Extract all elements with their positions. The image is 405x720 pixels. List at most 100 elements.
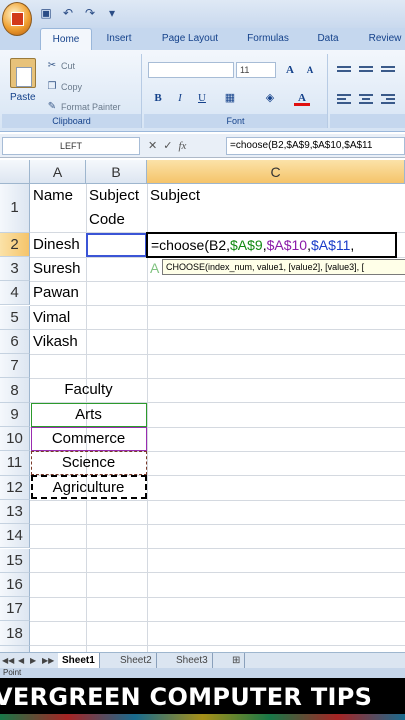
status-bar: Point: [0, 668, 405, 678]
cell-b1-line1[interactable]: Subject: [89, 184, 139, 208]
row-header[interactable]: 7: [0, 354, 30, 379]
function-tooltip[interactable]: CHOOSE(index_num, value1, [value2], [val…: [162, 259, 405, 275]
row-header[interactable]: 12: [0, 475, 30, 500]
align-right-icon[interactable]: [380, 92, 396, 106]
cell-a4[interactable]: Pawan: [33, 281, 79, 305]
cell-a3[interactable]: Suresh: [33, 257, 81, 281]
last-sheet-icon[interactable]: ▶▶: [42, 653, 54, 668]
row-header[interactable]: 13: [0, 499, 30, 525]
row-header[interactable]: 10: [0, 427, 30, 452]
customize-icon[interactable]: ▾: [104, 5, 120, 21]
cell-c2-edit[interactable]: =choose(B2,$A$9,$A$10,$A$11,: [146, 232, 397, 258]
row-header[interactable]: 14: [0, 524, 30, 549]
enter-icon[interactable]: ✓: [163, 137, 172, 155]
row-header[interactable]: 18: [0, 621, 30, 646]
row-header[interactable]: 11: [0, 451, 30, 476]
redo-icon[interactable]: ↷: [82, 5, 98, 21]
fill-color-icon[interactable]: ◈: [262, 90, 278, 106]
worksheet-grid[interactable]: A B C 1 2 3 4 5 6 7 8 9 10 11 12 13 14 1…: [0, 160, 405, 652]
column-header-b[interactable]: B: [86, 160, 147, 184]
cell-a9[interactable]: Arts: [30, 403, 147, 427]
row-header[interactable]: 17: [0, 597, 30, 622]
underline-button[interactable]: U: [194, 90, 210, 106]
tab-review[interactable]: Review: [360, 28, 405, 50]
paste-icon[interactable]: [10, 58, 36, 88]
shrink-font-button[interactable]: A: [302, 62, 318, 78]
cell-a11[interactable]: Science: [30, 451, 147, 475]
gridline: [30, 353, 405, 355]
column-header-a[interactable]: A: [30, 160, 86, 184]
font-color-button[interactable]: A: [294, 90, 310, 106]
sheet-tab-sheet3[interactable]: Sheet3: [172, 653, 213, 668]
formula-input[interactable]: =choose(B2,$A$9,$A$10,$A$11: [226, 137, 405, 155]
next-sheet-icon[interactable]: ▶: [30, 653, 36, 668]
gridline: [30, 621, 405, 622]
first-sheet-icon[interactable]: ◀◀: [2, 653, 14, 668]
row-header[interactable]: 2: [0, 232, 30, 257]
cell-a1[interactable]: Name: [33, 184, 73, 208]
gridline: [30, 645, 405, 647]
sheet-tab-sheet2[interactable]: Sheet2: [116, 653, 157, 668]
column-header-c[interactable]: C: [147, 160, 405, 184]
grow-font-button[interactable]: A: [282, 62, 298, 78]
select-all-corner[interactable]: [0, 160, 30, 184]
tab-insert[interactable]: Insert: [96, 28, 142, 50]
formula-prefix: =choose(B2,: [151, 237, 230, 253]
save-icon[interactable]: ▣: [38, 5, 54, 21]
align-middle-icon[interactable]: [358, 64, 374, 78]
row-header[interactable]: 16: [0, 572, 30, 598]
cell-b1-line2[interactable]: Code: [89, 208, 125, 232]
row-header[interactable]: 9: [0, 402, 30, 427]
sheet-tab-bar: ◀◀ ◀ ▶ ▶▶ Sheet1 Sheet2 Sheet3 ⊞: [0, 652, 405, 668]
cancel-icon[interactable]: ✕: [148, 137, 157, 155]
cell-a8-faculty-header[interactable]: Faculty: [30, 378, 147, 402]
cell-a12[interactable]: Agriculture: [30, 476, 147, 500]
align-left-icon[interactable]: [336, 92, 352, 106]
gridline: [30, 280, 405, 282]
cell-a2[interactable]: Dinesh: [33, 233, 80, 257]
paste-button[interactable]: Paste: [10, 92, 36, 103]
row-header[interactable]: 4: [0, 281, 30, 306]
italic-button[interactable]: I: [172, 90, 188, 106]
gridline: [30, 572, 405, 574]
row-header[interactable]: 3: [0, 256, 30, 282]
row-header[interactable]: 6: [0, 329, 30, 355]
gridline: [30, 548, 405, 550]
row-header[interactable]: 15: [0, 548, 30, 573]
tab-home[interactable]: Home: [40, 28, 92, 50]
ribbon: Paste ✂ Cut ❐ Copy ✎ Format Painter Clipboa…: [0, 50, 405, 132]
cut-button[interactable]: ✂ Cut: [46, 60, 75, 71]
alignment-group-label: [330, 114, 405, 128]
font-name-box[interactable]: [148, 62, 234, 78]
row-header[interactable]: 1: [0, 184, 30, 233]
tab-formulas[interactable]: Formulas: [238, 28, 298, 50]
excel-window: ▣ ↶ ↷ ▾ Home Insert Page Layout Formulas…: [0, 0, 405, 720]
sheet-tab-sheet1[interactable]: Sheet1: [58, 653, 100, 668]
office-logo-icon: [11, 12, 24, 26]
bold-button[interactable]: B: [150, 90, 166, 106]
tab-data[interactable]: Data: [308, 28, 348, 50]
align-bottom-icon[interactable]: [380, 64, 396, 78]
prev-sheet-icon[interactable]: ◀: [18, 653, 24, 668]
cell-c1[interactable]: Subject: [150, 184, 200, 208]
copy-label: Copy: [61, 81, 83, 92]
office-button[interactable]: [2, 2, 32, 36]
insert-sheet-icon[interactable]: ⊞: [228, 653, 246, 668]
align-center-icon[interactable]: [358, 92, 374, 106]
cell-a5[interactable]: Vimal: [33, 306, 70, 330]
format-painter-button[interactable]: ✎ Format Painter: [46, 101, 121, 112]
undo-icon[interactable]: ↶: [60, 5, 76, 21]
insert-function-button[interactable]: fx: [178, 137, 186, 155]
tab-page-layout[interactable]: Page Layout: [150, 28, 230, 50]
title-bar: ▣ ↶ ↷ ▾: [0, 0, 405, 36]
cell-b2-selection[interactable]: [86, 233, 147, 257]
row-header[interactable]: 5: [0, 305, 30, 330]
font-size-box[interactable]: 11: [236, 62, 276, 78]
cell-a6[interactable]: Vikash: [33, 330, 78, 354]
name-box[interactable]: LEFT: [2, 137, 140, 155]
align-top-icon[interactable]: [336, 64, 352, 78]
copy-button[interactable]: ❐ Copy: [46, 81, 83, 92]
row-header[interactable]: 8: [0, 378, 30, 403]
borders-icon[interactable]: ▦: [222, 90, 238, 106]
cell-a10[interactable]: Commerce: [30, 427, 147, 451]
